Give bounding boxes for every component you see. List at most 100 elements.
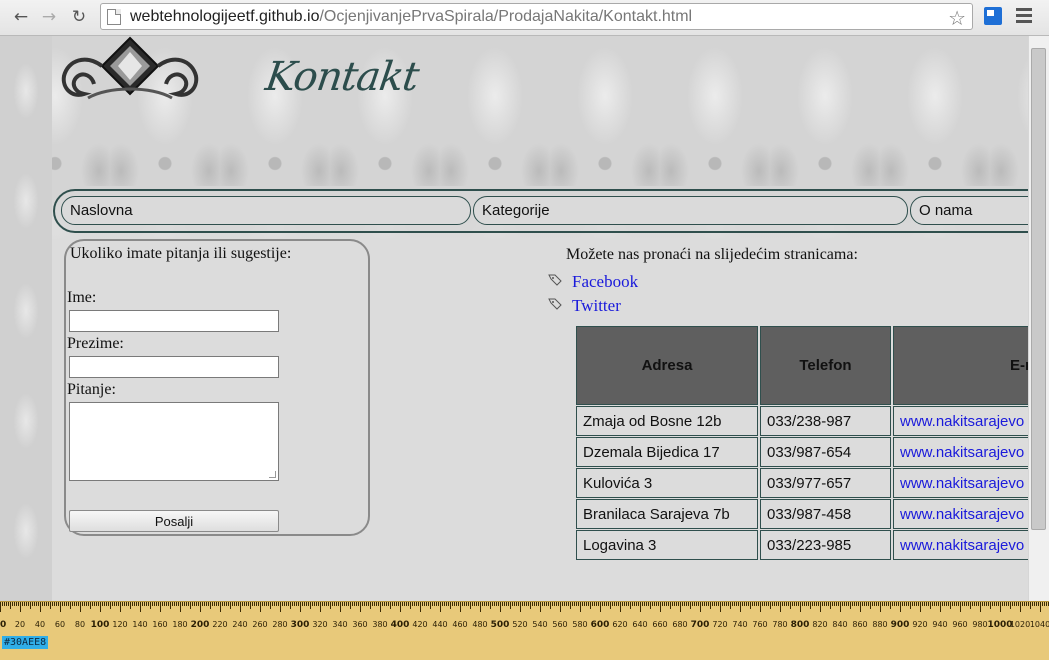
- ruler-label: 860: [852, 620, 867, 629]
- ruler-label: 460: [452, 620, 467, 629]
- ruler-label: 560: [552, 620, 567, 629]
- ruler-label: 500: [491, 620, 510, 630]
- ruler-label: 580: [572, 620, 587, 629]
- nav-item-o-nama[interactable]: O nama: [910, 196, 1028, 225]
- posalji-button[interactable]: Posalji: [69, 510, 279, 532]
- ruler-label: 680: [672, 620, 687, 629]
- facebook-link[interactable]: Facebook: [572, 272, 638, 292]
- page-viewport: Kontakt Naslovna Kategorije O nama Ukoli…: [0, 36, 1028, 601]
- reload-icon[interactable]: ↻: [67, 6, 91, 28]
- back-arrow-icon[interactable]: ←: [9, 6, 33, 28]
- ruler-label: 540: [532, 620, 547, 629]
- ruler-label: 300: [291, 620, 310, 630]
- ruler-label: 440: [432, 620, 447, 629]
- ruler-scale: 0 20 40 60 80 100 120 140 160 180 200 220 240 260 280 3…: [0, 602, 1049, 630]
- form-intro: Ukoliko imate pitanja ili sugestije:: [70, 245, 292, 262]
- ruler-label: 140: [132, 620, 147, 629]
- ruler-label: 380: [372, 620, 387, 629]
- scrollbar-thumb[interactable]: [1031, 48, 1046, 530]
- cell-adresa: Kulovića 3: [576, 468, 758, 498]
- cell-telefon: 033/977-657: [760, 468, 891, 498]
- ruler-label: 780: [772, 620, 787, 629]
- star-icon[interactable]: ☆: [948, 6, 966, 30]
- ruler-label: 480: [472, 620, 487, 629]
- ruler-label: 180: [172, 620, 187, 629]
- ruler-label: 1020: [1010, 620, 1030, 629]
- ruler-label: 740: [732, 620, 747, 629]
- tag-icon: [548, 298, 562, 310]
- ruler-label: 900: [891, 620, 910, 630]
- ornament-logo: [61, 36, 199, 100]
- ruler-label: 640: [632, 620, 647, 629]
- nav-item-kategorije[interactable]: Kategorije: [473, 196, 908, 225]
- cell-web-link[interactable]: www.nakitsarajevo: [893, 499, 1028, 529]
- vertical-scrollbar[interactable]: [1028, 36, 1049, 601]
- cell-telefon: 033/987-458: [760, 499, 891, 529]
- ruler-label: 420: [412, 620, 427, 629]
- ruler-label: 220: [212, 620, 227, 629]
- cell-telefon: 033/223-985: [760, 530, 891, 560]
- ruler-label: 960: [952, 620, 967, 629]
- cell-adresa: Branilaca Sarajeva 7b: [576, 499, 758, 529]
- ime-label: Ime:: [67, 289, 97, 306]
- table-header-adresa: Adresa: [576, 326, 758, 405]
- cell-adresa: Zmaja od Bosne 12b: [576, 406, 758, 436]
- cell-web-link[interactable]: www.nakitsarajevo: [893, 468, 1028, 498]
- side-pattern: [0, 36, 52, 601]
- cell-adresa: Dzemala Bijedica 17: [576, 437, 758, 467]
- ruler-label: 340: [332, 620, 347, 629]
- ruler-label: 400: [391, 620, 410, 630]
- pitanje-label: Pitanje:: [67, 381, 116, 398]
- forward-arrow-icon[interactable]: →: [37, 6, 61, 28]
- ruler-label: 700: [691, 620, 710, 630]
- ruler-label: 0: [0, 620, 6, 630]
- cell-web-link[interactable]: www.nakitsarajevo: [893, 530, 1028, 560]
- ime-input[interactable]: [69, 310, 279, 332]
- twitter-link[interactable]: Twitter: [572, 296, 621, 316]
- cell-web-link[interactable]: www.nakitsarajevo: [893, 406, 1028, 436]
- extension-icon[interactable]: [984, 7, 1002, 25]
- table-header-email: E-m: [893, 326, 1028, 405]
- ruler-label: 100: [91, 620, 110, 630]
- ruler-label: 360: [352, 620, 367, 629]
- cell-web-link[interactable]: www.nakitsarajevo: [893, 437, 1028, 467]
- ruler-label: 80: [75, 620, 85, 629]
- pixel-ruler[interactable]: 0 20 40 60 80 100 120 140 160 180 200 220 240 260 280 3…: [0, 601, 1049, 660]
- ruler-label: 60: [55, 620, 65, 629]
- prezime-input[interactable]: [69, 356, 279, 378]
- page-title: Kontakt: [262, 54, 422, 100]
- nav-item-naslovna[interactable]: Naslovna: [61, 196, 471, 225]
- ruler-label: 720: [712, 620, 727, 629]
- social-intro: Možete nas pronaći na slijedećim stranic…: [566, 246, 858, 263]
- browser-toolbar: ← → ↻ webtehnologijeetf.github.io/Ocjenj…: [0, 0, 1049, 36]
- ruler-label: 40: [35, 620, 45, 629]
- ruler-label: 820: [812, 620, 827, 629]
- ruler-label: 660: [652, 620, 667, 629]
- prezime-label: Prezime:: [67, 335, 124, 352]
- ruler-label: 160: [152, 620, 167, 629]
- ruler-label: 880: [872, 620, 887, 629]
- tag-icon: [548, 274, 562, 286]
- ruler-label: 620: [612, 620, 627, 629]
- hamburger-menu-icon[interactable]: [1016, 8, 1032, 24]
- ruler-label: 260: [252, 620, 267, 629]
- address-bar[interactable]: webtehnologijeetf.github.io/Ocjenjivanje…: [100, 3, 973, 30]
- ruler-label: 920: [912, 620, 927, 629]
- ruler-label: 980: [972, 620, 987, 629]
- url-text: webtehnologijeetf.github.io/Ocjenjivanje…: [130, 7, 693, 25]
- color-readout: #30AEE8: [2, 636, 49, 649]
- ruler-label: 120: [112, 620, 127, 629]
- cell-telefon: 033/238-987: [760, 406, 891, 436]
- page-icon: [107, 8, 121, 25]
- ruler-label: 840: [832, 620, 847, 629]
- ruler-label: 520: [512, 620, 527, 629]
- ruler-label: 240: [232, 620, 247, 629]
- pitanje-textarea[interactable]: [69, 402, 279, 481]
- ruler-label: 940: [932, 620, 947, 629]
- ruler-label: 1040: [1030, 620, 1049, 629]
- table-header-telefon: Telefon: [760, 326, 891, 405]
- ruler-label: 1000: [987, 620, 1012, 630]
- ruler-label: 280: [272, 620, 287, 629]
- cell-adresa: Logavina 3: [576, 530, 758, 560]
- cell-telefon: 033/987-654: [760, 437, 891, 467]
